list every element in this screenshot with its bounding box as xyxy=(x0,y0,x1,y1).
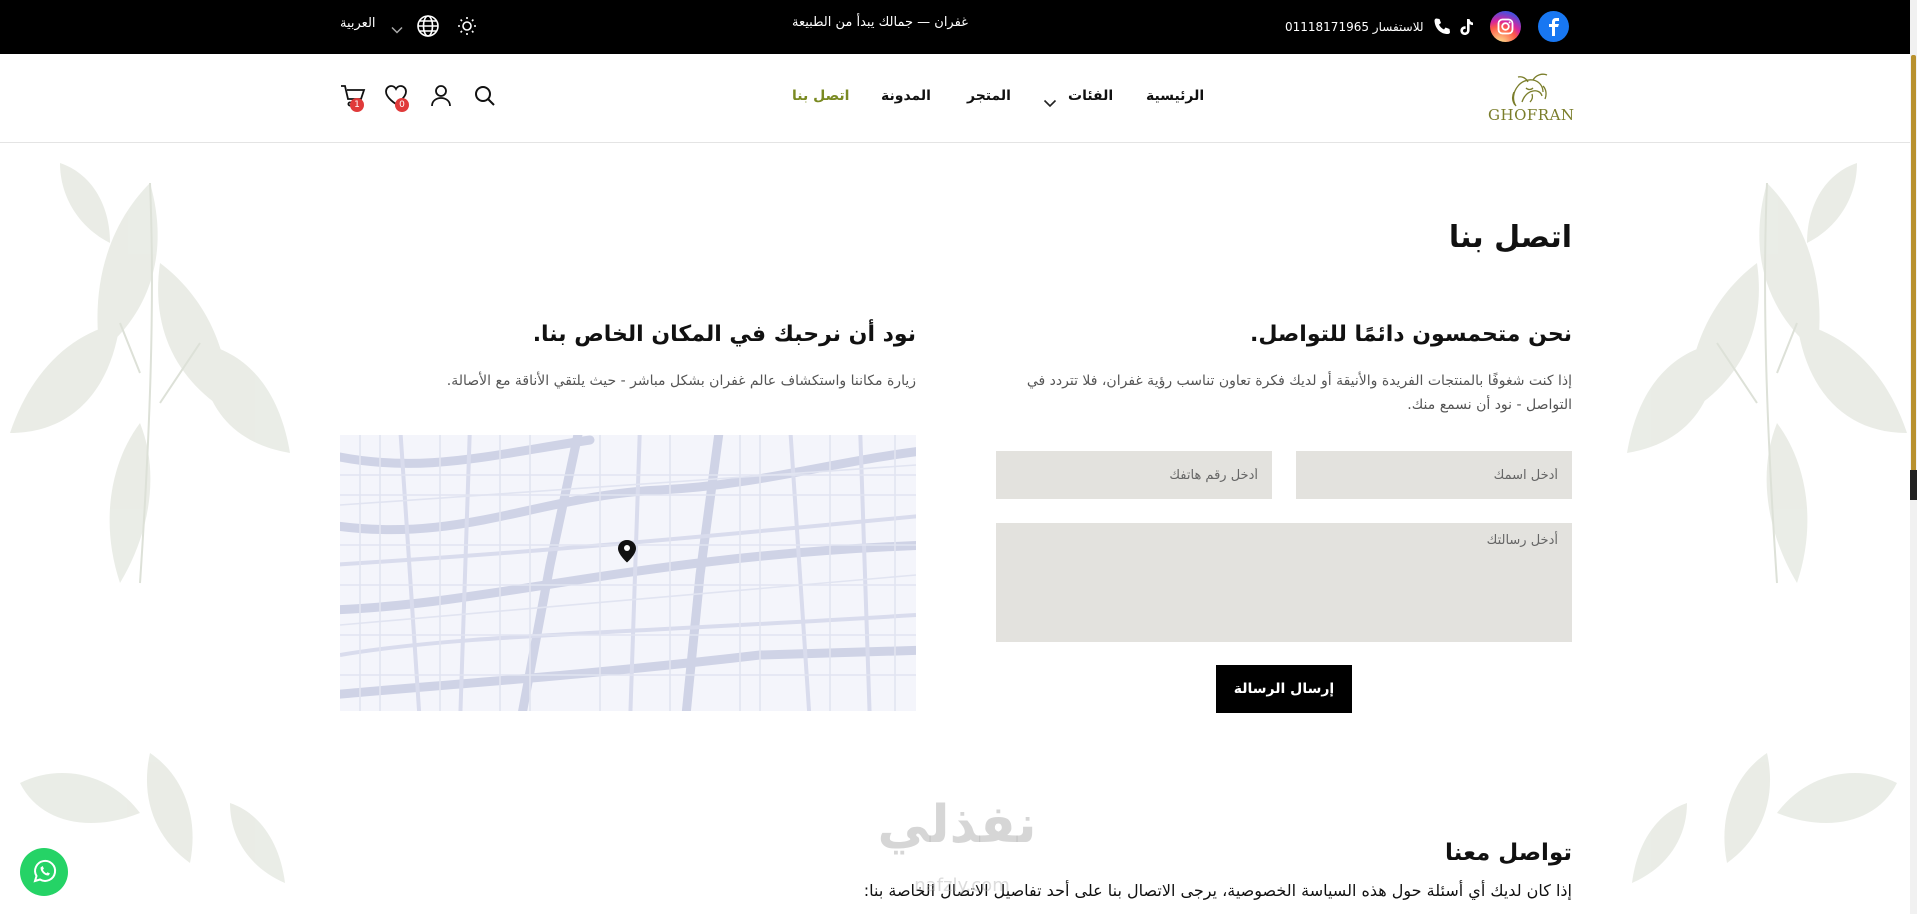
chevron-down-icon[interactable] xyxy=(391,19,403,38)
send-message-button[interactable]: إرسال الرسالة xyxy=(1216,665,1352,713)
name-field[interactable] xyxy=(1296,451,1572,499)
nav-home[interactable]: الرئيسية xyxy=(1146,88,1204,104)
phone-label: للاستفسار 01118171965 xyxy=(1285,20,1424,34)
contact-text: إذا كنت شغوفًا بالمنتجات الفريدة والأنيق… xyxy=(1026,373,1572,413)
visit-text: زيارة مكاننا واستكشاف عالم غفران بشكل مب… xyxy=(446,373,916,389)
cart-count-badge: 1 xyxy=(350,98,364,112)
main-header: GHOFRAN الرئيسية الفئات المتجر المدونة ا… xyxy=(0,54,1917,143)
visit-heading: نود أن نرحبك في المكان الخاص بنا. xyxy=(532,322,916,347)
watermark-arabic: نفذلي xyxy=(877,795,1037,855)
contact-heading: نحن متحمسون دائمًا للتواصل. xyxy=(1250,322,1572,347)
logo[interactable]: GHOFRAN xyxy=(1488,66,1574,130)
page-title: اتصل بنا xyxy=(1448,220,1572,255)
facebook-icon[interactable] xyxy=(1538,11,1569,42)
language-selector[interactable]: العربية xyxy=(340,16,376,31)
contact-us-heading: تواصل معنا xyxy=(1445,840,1572,866)
scrollbar-marker xyxy=(1910,470,1917,500)
sun-icon[interactable] xyxy=(455,14,479,42)
scrollbar-thumb[interactable] xyxy=(1911,55,1916,480)
nav-contact[interactable]: اتصل بنا xyxy=(792,88,849,104)
phone-contact[interactable]: للاستفسار 01118171965 xyxy=(1285,14,1452,40)
user-icon[interactable] xyxy=(430,84,452,112)
phone-field[interactable] xyxy=(996,451,1272,499)
whatsapp-icon[interactable] xyxy=(20,848,68,896)
nav-blog[interactable]: المدونة xyxy=(881,88,931,104)
phone-icon xyxy=(1434,18,1450,34)
wishlist-count-badge: 0 xyxy=(395,98,409,112)
nav-categories[interactable]: الفئات xyxy=(1068,88,1113,104)
message-field[interactable] xyxy=(996,523,1572,642)
instagram-icon[interactable] xyxy=(1490,11,1521,42)
nav-shop[interactable]: المتجر xyxy=(967,88,1011,104)
logo-text: GHOFRAN xyxy=(1488,106,1575,124)
contact-us-text: إذا كان لديك أي أسئلة حول هذه السياسة ال… xyxy=(863,881,1572,900)
globe-icon[interactable] xyxy=(415,13,441,43)
chevron-down-icon[interactable] xyxy=(1043,93,1057,112)
tiktok-icon[interactable] xyxy=(1450,11,1481,42)
search-icon[interactable] xyxy=(473,84,497,112)
leaf-decoration-left xyxy=(0,143,300,914)
tagline: غفران — جمالك يبدأ من الطبيعة xyxy=(792,15,968,30)
top-bar: للاستفسار 01118171965 غفران — جمالك يبدأ… xyxy=(0,0,1917,54)
leaf-decoration-right xyxy=(1617,143,1917,914)
location-map[interactable] xyxy=(340,435,916,711)
